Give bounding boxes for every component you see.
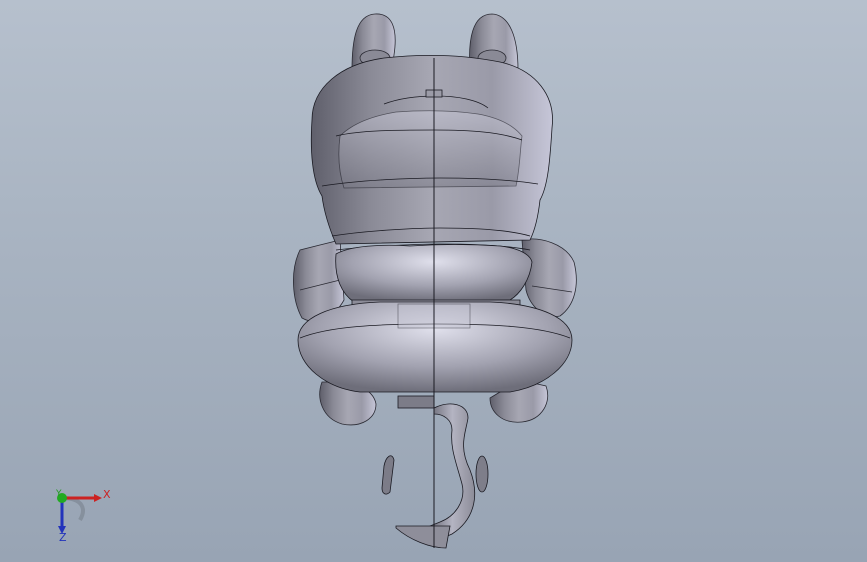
x-arrowhead-icon bbox=[94, 494, 102, 502]
head-torso bbox=[310, 55, 553, 251]
belly-base bbox=[297, 301, 573, 393]
tail bbox=[381, 395, 489, 549]
x-axis-label: X bbox=[103, 488, 111, 501]
y-axis-label: Y bbox=[56, 489, 62, 499]
graphics-viewport[interactable]: X Y Z bbox=[0, 0, 867, 562]
z-axis-label: Z bbox=[59, 531, 67, 544]
3d-model-view[interactable] bbox=[0, 0, 867, 562]
